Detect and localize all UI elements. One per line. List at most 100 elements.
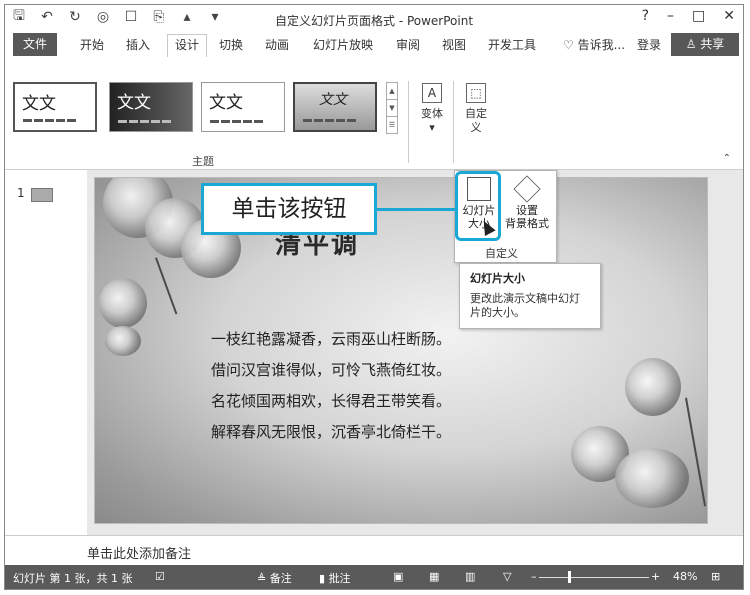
share-button[interactable]: ♙ 共享	[671, 33, 739, 56]
format-background-button[interactable]: 设置 背景格式	[505, 175, 549, 230]
poem-line: 解释春风无限恨，沉香亭北倚栏干。	[211, 423, 452, 441]
powerpoint-window: 🖫 ↶ ↻ ◎ ☐ ⎘ ▴ ▾ 自定义幻灯片页面格式 - PowerPoint …	[4, 4, 744, 590]
customize-icon: ⬚	[466, 83, 486, 103]
slideshow-view-icon[interactable]: ▽	[503, 570, 511, 583]
maximize-icon[interactable]: □	[692, 8, 705, 24]
theme-color-bars	[118, 120, 171, 123]
group-separator	[408, 81, 409, 163]
customize-group-label: 自定义	[485, 247, 518, 260]
theme-gallery-scroll[interactable]: ▲ ▼ ☰	[386, 82, 398, 134]
gallery-more-icon[interactable]: ☰	[387, 117, 397, 133]
notes-placeholder: 单击此处添加备注	[87, 547, 192, 562]
slide-size-tooltip: 幻灯片大小 更改此演示文稿中幻灯片的大小。	[459, 263, 601, 329]
instruction-callout: 单击该按钮	[201, 183, 377, 235]
spelling-check-icon[interactable]: ☑	[155, 570, 165, 583]
ribbon-tabs: 文件 开始 插入 设计 切换 动画 幻灯片放映 审阅 视图 开发工具 ♡ 告诉我…	[5, 33, 743, 58]
poem-text[interactable]: 一枝红艳露凝香，云雨巫山枉断肠。 借问汉宫谁得似，可怜飞燕倚红妆。 名花倾国两相…	[211, 324, 451, 448]
slide-thumbnail-pane: 1	[5, 170, 87, 535]
customize-button[interactable]: ⬚ 自定 义	[459, 81, 493, 135]
scroll-down-icon[interactable]: ▼	[387, 100, 397, 117]
open-file-icon[interactable]: ⎘	[151, 9, 167, 25]
tab-slideshow[interactable]: 幻灯片放映	[310, 35, 376, 55]
tell-me-label: 告诉我...	[577, 38, 626, 52]
save-icon[interactable]: 🖫	[11, 8, 27, 25]
close-icon[interactable]: ✕	[723, 8, 735, 24]
zoom-out-icon[interactable]: –	[531, 570, 537, 583]
lightbulb-icon: ♡	[562, 38, 578, 52]
zoom-level[interactable]: 48%	[673, 570, 697, 583]
slide-editing-area: 清平调 一枝红艳露凝香，云雨巫山枉断肠。 借问汉宫谁得似，可怜飞燕倚红妆。 名花…	[87, 170, 743, 535]
theme-sample-text: 文文	[319, 92, 347, 108]
tab-file[interactable]: 文件	[13, 33, 57, 56]
theme-thumbnail-gradient[interactable]: 文文	[293, 82, 377, 132]
minimize-icon[interactable]: –	[667, 8, 674, 24]
tab-transitions[interactable]: 切换	[216, 35, 246, 55]
redo-icon[interactable]: ↻	[67, 9, 83, 25]
login-link[interactable]: 登录	[634, 35, 664, 55]
notes-toggle-label: 备注	[269, 572, 292, 585]
customize-qat-icon[interactable]: ▾	[207, 9, 223, 25]
fit-to-window-icon[interactable]: ⊞	[711, 570, 720, 583]
share-person-icon: ♙	[685, 37, 701, 51]
scroll-up-icon[interactable]: ▲	[387, 83, 397, 100]
theme-color-bars	[303, 119, 356, 122]
flower-stem	[155, 257, 178, 315]
comments-toggle-label: 批注	[328, 572, 351, 585]
tooltip-description: 更改此演示文稿中幻灯片的大小。	[470, 292, 580, 319]
theme-thumbnail-dark[interactable]: 文文	[109, 82, 193, 132]
flower-decoration	[105, 326, 141, 356]
slide-count-status: 幻灯片 第 1 张，共 1 张	[13, 572, 133, 585]
format-background-icon	[513, 175, 541, 203]
theme-thumbnail-office[interactable]: 文文	[13, 82, 97, 132]
new-file-icon[interactable]: ☐	[123, 9, 139, 25]
slide-thumbnail[interactable]	[31, 188, 53, 202]
start-icon[interactable]: ▴	[179, 9, 195, 25]
tooltip-title: 幻灯片大小	[470, 272, 525, 285]
tab-developer[interactable]: 开发工具	[485, 35, 539, 55]
window-controls: ? – □ ✕	[642, 8, 735, 24]
customize-label: 自定 义	[465, 107, 487, 134]
reading-view-icon[interactable]: ▥	[465, 570, 475, 583]
tab-design[interactable]: 设计	[167, 34, 207, 58]
callout-text: 单击该按钮	[231, 196, 347, 222]
themes-group-label: 主题	[192, 155, 214, 168]
undo-icon[interactable]: ↶	[39, 9, 55, 25]
slide-number: 1	[17, 186, 25, 200]
format-background-label: 设置 背景格式	[505, 204, 549, 230]
title-bar: 🖫 ↶ ↻ ◎ ☐ ⎘ ▴ ▾ 自定义幻灯片页面格式 - PowerPoint …	[5, 5, 743, 33]
touch-mode-icon[interactable]: ◎	[95, 9, 111, 25]
notes-toggle[interactable]: ≜ 备注	[257, 570, 292, 586]
tab-home[interactable]: 开始	[77, 35, 107, 55]
tell-me-box[interactable]: ♡ 告诉我...	[559, 35, 629, 55]
slide-canvas[interactable]: 清平调 一枝红艳露凝香，云雨巫山枉断肠。 借问汉宫谁得似，可怜飞燕倚红妆。 名花…	[95, 178, 707, 523]
slide-sorter-view-icon[interactable]: ▦	[429, 570, 439, 583]
group-separator	[453, 81, 454, 163]
variants-button[interactable]: A 变体 ▾	[415, 81, 449, 135]
share-label: 共享	[700, 37, 725, 51]
tab-view[interactable]: 视图	[439, 35, 469, 55]
zoom-in-icon[interactable]: +	[651, 570, 660, 583]
chevron-down-icon: ▾	[429, 121, 435, 134]
flower-decoration	[625, 358, 681, 416]
ribbon-display-options-icon[interactable]: ?	[642, 8, 649, 24]
design-ribbon: 文文 文文 文文 文文 ▲ ▼ ☰ 主题 A 变体 ▾ ⬚ 自定 义 ⌃	[5, 57, 743, 170]
tab-animations[interactable]: 动画	[262, 35, 292, 55]
zoom-slider[interactable]	[539, 577, 649, 578]
theme-sample-text: 文文	[22, 94, 56, 114]
notes-pane[interactable]: 单击此处添加备注	[5, 535, 743, 566]
theme-sample-text: 文文	[209, 93, 243, 113]
collapse-ribbon-icon[interactable]: ⌃	[723, 153, 731, 164]
notes-icon: ≜	[257, 572, 270, 585]
tab-insert[interactable]: 插入	[123, 35, 153, 55]
normal-view-icon[interactable]: ▣	[393, 570, 403, 583]
theme-thumbnail-plain[interactable]: 文文	[201, 82, 285, 132]
poem-line: 一枝红艳露凝香，云雨巫山枉断肠。	[211, 330, 452, 348]
tab-review[interactable]: 审阅	[393, 35, 423, 55]
variants-icon: A	[422, 83, 442, 103]
variants-label: 变体	[421, 107, 443, 120]
comments-toggle[interactable]: ▮ 批注	[319, 570, 351, 586]
zoom-slider-handle[interactable]	[568, 571, 571, 583]
comment-icon: ▮	[319, 572, 329, 585]
quick-access-toolbar: 🖫 ↶ ↻ ◎ ☐ ⎘ ▴ ▾	[11, 8, 223, 25]
callout-leader-line	[377, 208, 455, 211]
